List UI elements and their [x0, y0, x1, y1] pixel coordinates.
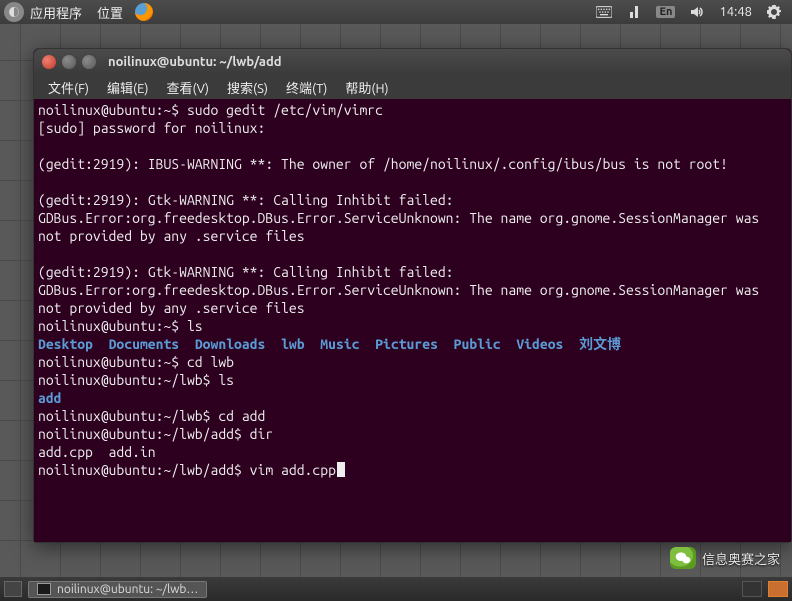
menu-edit[interactable]: 编辑(E): [99, 76, 156, 99]
volume-icon[interactable]: [689, 4, 705, 20]
terminal-window: noilinux@ubuntu: ~/lwb/add 文件(F) 编辑(E) 查…: [33, 48, 792, 543]
window-titlebar[interactable]: noilinux@ubuntu: ~/lwb/add: [34, 49, 791, 75]
menubar-left: 应用程序 位置: [30, 3, 135, 22]
term-line: noilinux@ubuntu:~/lwb$ cd add: [38, 408, 265, 424]
show-desktop-button[interactable]: [4, 581, 22, 597]
term-line: (gedit:2919): IBUS-WARNING **: The owner…: [38, 156, 728, 172]
keyboard-icon[interactable]: [596, 4, 612, 20]
minimize-icon[interactable]: [62, 55, 76, 69]
menu-help[interactable]: 帮助(H): [337, 76, 396, 99]
window-menubar: 文件(F) 编辑(E) 查看(V) 搜索(S) 终端(T) 帮助(H): [34, 75, 791, 99]
cursor-icon: [337, 462, 345, 477]
menu-applications[interactable]: 应用程序: [30, 7, 82, 21]
top-menubar: ◐ 应用程序 位置 En 14:48: [0, 0, 792, 24]
ls-dir: Downloads: [195, 336, 266, 352]
terminal-icon: [37, 583, 51, 595]
gear-icon[interactable]: [766, 4, 782, 20]
term-line: add.cpp add.in: [38, 444, 156, 460]
close-icon[interactable]: [42, 55, 56, 69]
menu-file[interactable]: 文件(F): [40, 76, 97, 99]
ls-dir: Documents: [109, 336, 180, 352]
term-line: noilinux@ubuntu:~$ cd lwb: [38, 354, 234, 370]
term-line: noilinux@ubuntu:~/lwb$ ls: [38, 372, 234, 388]
wechat-icon: [670, 547, 696, 569]
term-line: noilinux@ubuntu:~/lwb/add$ dir: [38, 426, 273, 442]
term-line: [sudo] password for noilinux:: [38, 120, 265, 136]
taskbar-task-label: noilinux@ubuntu: ~/lwb…: [57, 583, 198, 596]
ls-dir: Pictures: [375, 336, 438, 352]
workspace-switcher[interactable]: [742, 581, 788, 597]
menu-places[interactable]: 位置: [97, 7, 123, 21]
network-icon[interactable]: [626, 4, 642, 20]
term-line: noilinux@ubuntu:~$ ls: [38, 318, 203, 334]
taskbar: noilinux@ubuntu: ~/lwb…: [0, 577, 792, 601]
clock[interactable]: 14:48: [719, 5, 752, 19]
input-method-badge[interactable]: En: [656, 6, 675, 18]
ls-dir: Public: [454, 336, 501, 352]
menu-terminal[interactable]: 终端(T): [278, 76, 335, 99]
ls-dir: lwb: [281, 336, 305, 352]
watermark: 信息奥赛之家: [670, 547, 780, 569]
window-title: noilinux@ubuntu: ~/lwb/add: [108, 55, 282, 69]
ls-dir: Videos: [516, 336, 563, 352]
workspace-1[interactable]: [742, 581, 762, 597]
menu-view[interactable]: 查看(V): [159, 76, 217, 99]
firefox-icon[interactable]: [135, 3, 153, 21]
menu-search[interactable]: 搜索(S): [219, 76, 276, 99]
menubar-right: En 14:48: [596, 4, 792, 20]
ls-dir: add: [38, 390, 62, 406]
maximize-icon[interactable]: [82, 55, 96, 69]
ls-dir: 刘文博: [579, 334, 621, 354]
taskbar-task-terminal[interactable]: noilinux@ubuntu: ~/lwb…: [28, 581, 207, 598]
watermark-text: 信息奥赛之家: [702, 549, 780, 568]
ls-dir: Music: [320, 336, 359, 352]
term-line: noilinux@ubuntu:~$ sudo gedit /etc/vim/v…: [38, 102, 383, 118]
workspace-2[interactable]: [768, 581, 788, 597]
term-line: (gedit:2919): Gtk-WARNING **: Calling In…: [38, 192, 767, 244]
term-line: (gedit:2919): Gtk-WARNING **: Calling In…: [38, 264, 767, 316]
ls-dir: Desktop: [38, 336, 93, 352]
ubuntu-logo-icon[interactable]: ◐: [4, 2, 24, 22]
term-line: noilinux@ubuntu:~/lwb/add$ vim add.cpp: [38, 462, 336, 478]
terminal-body[interactable]: noilinux@ubuntu:~$ sudo gedit /etc/vim/v…: [34, 99, 791, 542]
